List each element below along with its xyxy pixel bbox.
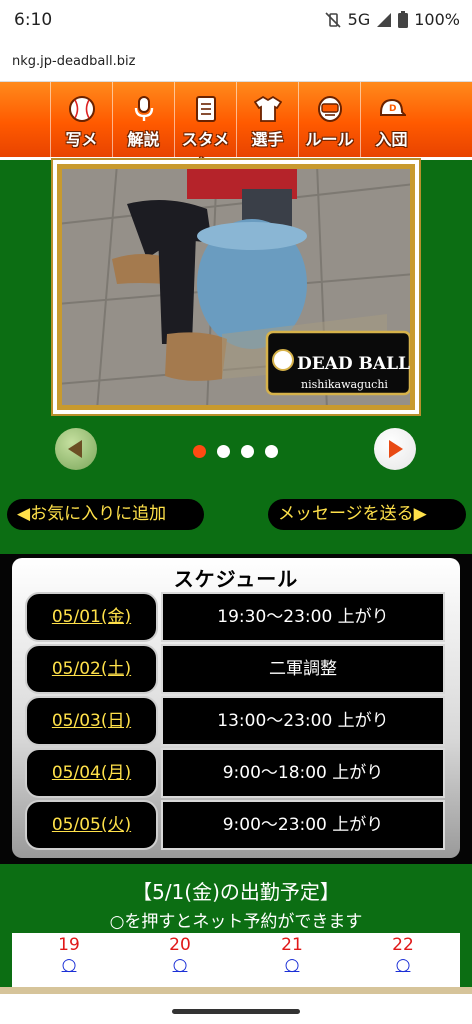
url-text[interactable]: nkg.jp-deadball.biz xyxy=(12,54,135,69)
status-icons: 5G 100% xyxy=(324,10,460,29)
add-favorite-button[interactable]: ◀お気に入りに追加 xyxy=(7,499,204,530)
schedule-time: 19:30〜23:00 上がり xyxy=(161,592,445,642)
carousel-dot[interactable] xyxy=(265,445,278,458)
schedule-title: スケジュール xyxy=(173,567,299,591)
attendance-subtitle: ○を押すとネット予約ができます xyxy=(109,912,363,932)
calendar-day-number: 21 xyxy=(281,935,303,955)
schedule-row: 05/05(火) 9:00〜23:00 上がり xyxy=(25,800,445,850)
status-time: 6:10 xyxy=(14,10,53,30)
nav-item-label: 選手 xyxy=(251,130,284,149)
reserve-link[interactable]: ○ xyxy=(373,955,433,975)
svg-text:D: D xyxy=(389,104,396,114)
calendar-day-number: 19 xyxy=(58,935,80,955)
battery-label: 100% xyxy=(414,10,460,29)
schedule-row: 05/04(月) 9:00〜18:00 上がり xyxy=(25,748,445,798)
attendance-calendar: 19 ○ 20 ○ 21 ○ 22 ○ xyxy=(12,933,460,987)
calendar-day-number: 20 xyxy=(169,935,191,955)
umpire-mask-icon xyxy=(317,96,342,122)
home-gesture-bar[interactable] xyxy=(172,1009,300,1014)
schedule-time: 二軍調整 xyxy=(161,644,445,694)
nav-item-lineup[interactable]: スタメン xyxy=(174,82,236,173)
status-bar: 6:10 5G 100% xyxy=(0,0,472,40)
schedule-date-link[interactable]: 05/03(日) xyxy=(25,696,158,746)
bottom-divider xyxy=(0,987,472,994)
calendar-day: 19 ○ xyxy=(39,933,99,975)
carousel-indicator xyxy=(193,445,278,458)
calendar-day: 22 ○ xyxy=(373,933,433,975)
schedule-row: 05/02(土) 二軍調整 xyxy=(25,644,445,694)
reserve-link[interactable]: ○ xyxy=(150,955,210,975)
reserve-link[interactable]: ○ xyxy=(262,955,322,975)
carousel-dot[interactable] xyxy=(217,445,230,458)
hero-logo-text: DEAD BALL xyxy=(297,354,410,374)
schedule-row: 05/01(金) 19:30〜23:00 上がり xyxy=(25,592,445,642)
send-message-button[interactable]: メッセージを送る▶ xyxy=(268,499,466,530)
arrow-right-icon xyxy=(389,440,403,458)
calendar-day-number: 22 xyxy=(392,935,414,955)
hero-logo: DEAD BALL nishikawaguchi xyxy=(265,330,412,396)
reserve-link[interactable]: ○ xyxy=(39,955,99,975)
network-label: 5G xyxy=(347,10,371,29)
schedule-date-link[interactable]: 05/05(火) xyxy=(25,800,158,850)
baseball-icon xyxy=(68,96,95,122)
nav-item-photos[interactable]: 写メ xyxy=(50,82,112,157)
schedule-row: 05/03(日) 13:00〜23:00 上がり xyxy=(25,696,445,746)
top-nav: 写メ 解説 スタメン 選手 ルール D xyxy=(0,82,472,173)
nav-item-commentary[interactable]: 解説 xyxy=(112,82,174,157)
signal-icon xyxy=(377,12,392,27)
scorecard-icon xyxy=(195,96,216,122)
schedule-date-link[interactable]: 05/02(土) xyxy=(25,644,158,694)
schedule-time: 9:00〜23:00 上がり xyxy=(161,800,445,850)
hero-photo[interactable]: DEAD BALL nishikawaguchi xyxy=(51,158,421,416)
arrow-left-icon xyxy=(68,440,82,458)
schedule-time: 13:00〜23:00 上がり xyxy=(161,696,445,746)
carousel-next-button[interactable] xyxy=(374,428,416,470)
nav-item-label: ルール xyxy=(305,130,354,149)
nav-item-label: 解説 xyxy=(127,130,160,149)
nav-item-label: 写メ xyxy=(65,130,98,149)
calendar-day: 21 ○ xyxy=(262,933,322,975)
schedule-date-link[interactable]: 05/01(金) xyxy=(25,592,158,642)
attendance-title: 【5/1(金)の出勤予定】 xyxy=(132,880,340,904)
vibrate-off-icon xyxy=(325,11,341,28)
hero-logo-subtext: nishikawaguchi xyxy=(301,378,388,391)
uniform-icon xyxy=(253,95,282,122)
cap-icon: D xyxy=(379,98,406,116)
calendar-day: 20 ○ xyxy=(150,933,210,975)
nav-item-join[interactable]: D 入団 xyxy=(360,82,422,157)
carousel-prev-button[interactable] xyxy=(55,428,97,470)
carousel-dot[interactable] xyxy=(193,445,206,458)
nav-item-rules[interactable]: ルール xyxy=(298,82,360,157)
schedule-date-link[interactable]: 05/04(月) xyxy=(25,748,158,798)
url-bar[interactable]: nkg.jp-deadball.biz xyxy=(0,40,472,82)
nav-item-label: 入団 xyxy=(375,130,408,149)
battery-icon xyxy=(398,11,409,28)
nav-item-players[interactable]: 選手 xyxy=(236,82,298,157)
carousel-dot[interactable] xyxy=(241,445,254,458)
schedule-time: 9:00〜18:00 上がり xyxy=(161,748,445,798)
microphone-icon xyxy=(134,96,153,121)
